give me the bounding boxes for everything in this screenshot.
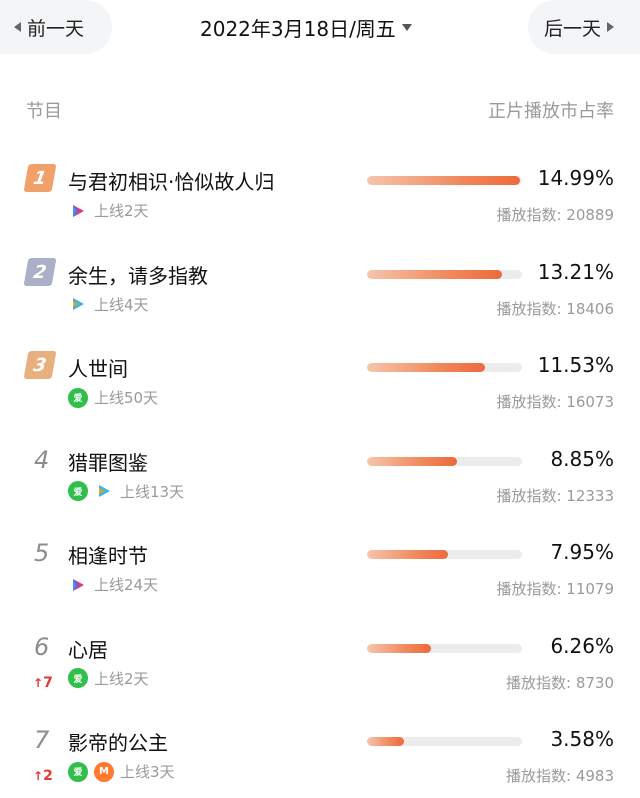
share-percent: 6.26% [550,633,614,658]
column-header-program: 节目 [26,101,62,122]
share-bar [367,363,522,372]
play-index: 播放指数: 16073 [496,393,614,411]
arrow-up-icon: ↑ [33,675,44,690]
share-bar-fill [367,550,449,559]
ranking-row[interactable]: 6 ↑7 心居爱上线2天 6.26% 播放指数: 8730 [0,628,640,718]
share-bar-fill [367,737,404,746]
rank-label: 6 [34,632,50,661]
share-bar [367,737,522,746]
rank-badge: 3 [23,351,57,379]
online-days: 上线2天 [94,202,149,220]
ranking-row[interactable]: 2 余生，请多指教上线4天 13.21% 播放指数: 18406 [0,254,640,344]
share-bar-fill [367,363,485,372]
share-percent: 13.21% [537,259,614,284]
online-days: 上线3天 [120,763,175,781]
share-percent: 3.58% [550,727,614,751]
share-percent: 11.53% [537,353,614,377]
next-day-button[interactable]: 后一天 [528,0,640,54]
top-bar: 前一天 2022年3月18日/周五 后一天 [0,0,640,56]
share-bar [367,456,522,466]
online-days: 上线4天 [94,295,149,314]
program-title[interactable]: 影帝的公主 [68,727,168,756]
rank-number: 4 [26,445,56,475]
share-bar-fill [367,456,458,466]
share-bar-fill [367,643,431,653]
rank-label: 4 [34,445,50,474]
iqiyi-icon: 爱 [68,668,88,688]
date-selector[interactable]: 2022年3月18日/周五 [200,0,412,54]
play-index: 播放指数: 11079 [496,580,614,598]
program-title[interactable]: 与君初相识·恰似故人归 [68,166,274,195]
youku-icon [68,575,88,595]
program-meta: 爱上线50天 [68,387,158,408]
ranking-row[interactable]: 3 人世间爱上线50天 11.53% 播放指数: 16073 [0,347,640,437]
ranking-row[interactable]: 4 猎罪图鉴爱 上线13天 8.85% 播放指数: 12333 [0,441,640,531]
program-title[interactable]: 相逢时节 [68,540,148,569]
prev-day-label: 前一天 [27,17,85,40]
online-days: 上线24天 [94,576,159,594]
iqiyi-icon: 爱 [68,761,88,782]
caret-right-icon [607,22,615,32]
play-index: 播放指数: 4983 [506,767,614,785]
program-title[interactable]: 人世间 [68,353,128,382]
rank-number: 3 [23,351,57,381]
share-bar [367,643,522,653]
date-label: 2022年3月18日/周五 [200,16,396,41]
rank-change-value: 2 [43,768,53,784]
program-meta: 爱上线2天 [68,668,149,689]
rank-up-indicator: ↑7 [33,675,53,691]
share-percent: 7.95% [550,540,614,564]
play-index: 播放指数: 20889 [496,206,614,224]
rank-number: 6 [26,632,56,662]
share-bar-fill [367,176,520,185]
rank-label: 7 [34,726,50,754]
program-meta: 上线2天 [68,200,149,221]
ranking-row[interactable]: 7 ↑2 影帝的公主爱 M 上线3天 3.58% 播放指数: 4983 [0,721,640,798]
ranking-row[interactable]: 5 相逢时节上线24天 7.95% 播放指数: 11079 [0,534,640,624]
iqiyi-icon: 爱 [68,481,88,501]
arrow-up-icon: ↑ [33,769,44,783]
caret-left-icon [14,22,21,32]
share-percent: 14.99% [537,166,614,190]
rank-up-indicator: ↑2 [33,768,53,784]
rank-number: 2 [23,257,57,288]
share-bar-fill [367,269,502,279]
program-title[interactable]: 余生，请多指教 [68,260,208,289]
program-title[interactable]: 猎罪图鉴 [68,447,148,476]
online-days: 上线13天 [120,482,185,501]
next-day-label: 后一天 [544,17,602,40]
tencent-video-icon [68,294,88,314]
play-index: 播放指数: 12333 [496,486,614,505]
play-index: 播放指数: 18406 [496,299,614,318]
rank-badge: 2 [23,257,57,286]
mango-tv-icon: M [94,761,114,782]
rank-badge: 1 [23,164,57,192]
tencent-video-icon [94,481,114,501]
share-bar [367,269,522,279]
column-header-share: 正片播放市占率 [488,101,614,122]
iqiyi-icon: 爱 [68,387,88,408]
rank-number: 7 [26,725,56,755]
online-days: 上线50天 [94,389,159,407]
rank-number: 5 [26,538,56,568]
share-percent: 8.85% [550,446,614,471]
caret-down-icon [401,23,412,31]
program-meta: 上线4天 [68,294,149,315]
program-meta: 爱 上线13天 [68,481,184,502]
ranking-row[interactable]: 1 与君初相识·恰似故人归上线2天 14.99% 播放指数: 20889 [0,160,640,250]
program-title[interactable]: 心居 [68,634,108,663]
program-meta: 上线24天 [68,574,158,595]
rank-number: 1 [23,164,57,194]
online-days: 上线2天 [94,669,149,688]
rank-change-value: 7 [43,674,53,691]
prev-day-button[interactable]: 前一天 [0,0,112,54]
play-index: 播放指数: 8730 [506,673,614,692]
share-bar [367,550,522,559]
youku-icon [68,201,88,221]
share-bar [367,176,522,185]
rank-label: 5 [34,539,50,567]
program-meta: 爱 M 上线3天 [68,761,175,782]
